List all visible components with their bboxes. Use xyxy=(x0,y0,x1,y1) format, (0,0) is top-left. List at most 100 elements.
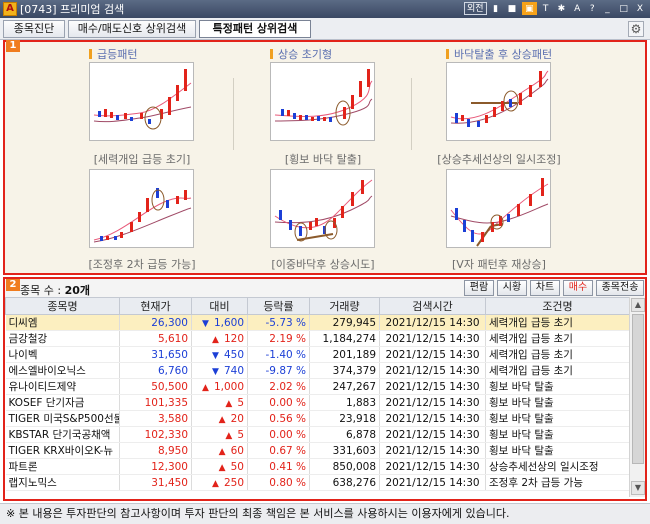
cell-stock-name[interactable]: KBSTAR 단기국공채액 xyxy=(5,426,120,443)
cell-stock-name[interactable]: 파트론 xyxy=(5,458,120,475)
results-header: 2 종목 수 : 20개 편람 시황 차트 매수 종목전송 xyxy=(3,277,647,297)
cell-search-time: 2021/12/15 14:30 xyxy=(379,346,486,363)
pattern-thumb-2[interactable] xyxy=(270,62,375,141)
cell-rate: 0.00 % xyxy=(247,426,310,443)
cell-search-time: 2021/12/15 14:30 xyxy=(379,426,486,443)
cell-stock-name[interactable]: TIGER 미국S&P500선물 xyxy=(5,410,120,427)
pattern-caption-6[interactable]: [V자 패턴후 재상승] xyxy=(436,256,562,272)
cell-volume: 23,918 xyxy=(309,410,380,427)
divider xyxy=(411,78,412,150)
cell-condition: 횡보 바닥 탈출 xyxy=(485,410,630,427)
down-arrow-icon: ▼ xyxy=(201,318,209,329)
cell-change-value: 60 xyxy=(230,444,244,457)
close-icon[interactable]: X xyxy=(634,2,646,15)
table-row[interactable]: TIGER 미국S&P500선물 3,580 ▲ 20 0.56 % 23,918 2021… xyxy=(5,410,630,427)
cell-condition: 횡보 바닥 탈출 xyxy=(485,426,630,443)
pattern-caption-2[interactable]: [횡보 바닥 탈출] xyxy=(260,151,386,167)
up-arrow-icon: ▲ xyxy=(225,430,233,441)
table-row[interactable]: 디씨엠 26,300 ▼ 1,600 -5.73 % 279,945 2021/12/15 … xyxy=(5,314,630,331)
header-volume[interactable]: 거래량 xyxy=(309,297,380,315)
pattern-caption-1[interactable]: [세력개입 급등 초기] xyxy=(79,151,205,167)
table-body: 디씨엠 26,300 ▼ 1,600 -5.73 % 279,945 2021/12/15 … xyxy=(5,314,630,491)
candlestick-chart-icon xyxy=(93,188,192,243)
cell-stock-name[interactable]: 랩지노믹스 xyxy=(5,474,120,491)
cell-stock-name[interactable]: 유나이티드제약 xyxy=(5,378,120,395)
table-row[interactable]: 에스엘바이오닉스 6,760 ▼ 740 -9.87 % 374,379 2021/12/1… xyxy=(5,362,630,379)
cell-stock-name[interactable]: 금강철강 xyxy=(5,330,120,347)
pattern-caption-3[interactable]: [상승추세선상의 일시조정] xyxy=(436,151,562,167)
candlestick-chart-icon xyxy=(274,179,373,242)
stock-handbook-button[interactable]: 편람 xyxy=(464,280,494,296)
section-marker-2: 2 xyxy=(6,279,20,291)
header-search-time[interactable]: 검색시간 xyxy=(379,297,486,315)
pattern-thumb-1[interactable] xyxy=(89,62,194,141)
link-button[interactable]: 외전 xyxy=(464,2,487,15)
cell-change-value: 50 xyxy=(230,460,244,473)
gear-icon[interactable]: ⚙ xyxy=(628,21,644,37)
pattern-thumb-3[interactable] xyxy=(446,62,551,141)
minimize-icon[interactable]: _ xyxy=(601,2,613,15)
cell-rate: 0.80 % xyxy=(247,474,310,491)
vertical-scrollbar[interactable]: ▲ ▼ xyxy=(629,297,645,497)
cell-rate: -9.87 % xyxy=(247,362,310,379)
font-icon[interactable]: A xyxy=(571,2,583,15)
buy-button[interactable]: 매수 xyxy=(563,280,593,296)
chart-button[interactable]: 차트 xyxy=(530,280,560,296)
cell-change-value: 740 xyxy=(223,364,244,377)
cell-rate: 0.67 % xyxy=(247,442,310,459)
cell-stock-name[interactable]: 에스엘바이오닉스 xyxy=(5,362,120,379)
cell-price: 8,950 xyxy=(119,442,192,459)
cell-search-time: 2021/12/15 14:30 xyxy=(379,330,486,347)
cell-search-time: 2021/12/15 14:30 xyxy=(379,458,486,475)
pattern-group-head-2: 상승 초기형 xyxy=(270,46,332,62)
tab-pattern-search[interactable]: 특정패턴 상위검색 xyxy=(199,20,311,38)
cell-change: ▲ 60 xyxy=(191,442,248,459)
header-rate[interactable]: 등락률 xyxy=(247,297,310,315)
table-row[interactable]: 파트론 12,300 ▲ 50 0.41 % 850,008 2021/12/15 14:3… xyxy=(5,458,630,475)
table-row[interactable]: 랩지노믹스 31,450 ▲ 250 0.80 % 638,276 2021/12/15 1… xyxy=(5,474,630,491)
scroll-thumb[interactable] xyxy=(632,314,644,464)
header-change[interactable]: 대비 xyxy=(191,297,248,315)
window-title: [0743] 프리미엄 검색 xyxy=(20,3,125,16)
tab-stock-diagnosis[interactable]: 종목진단 xyxy=(3,20,65,38)
table-row[interactable]: KBSTAR 단기국공채액 102,330 ▲ 5 0.00 % 6,878 2021/12… xyxy=(5,426,630,443)
cell-search-time: 2021/12/15 14:30 xyxy=(379,362,486,379)
cell-stock-name[interactable]: TIGER KRX바이오K-뉴 xyxy=(5,442,120,459)
table-row[interactable]: TIGER KRX바이오K-뉴 8,950 ▲ 60 0.67 % 331,603 2021… xyxy=(5,442,630,459)
down-arrow-icon: ▼ xyxy=(211,366,219,377)
send-stocks-button[interactable]: 종목전송 xyxy=(596,280,644,296)
header-price[interactable]: 현재가 xyxy=(119,297,192,315)
table-row[interactable]: 유나이티드제약 50,500 ▲ 1,000 2.02 % 247,267 2021/12/… xyxy=(5,378,630,395)
help-icon[interactable]: ? xyxy=(586,2,598,15)
table-row[interactable]: 금강철강 5,610 ▲ 120 2.19 % 1,184,274 2021/12/15 1… xyxy=(5,330,630,347)
cell-volume: 638,276 xyxy=(309,474,380,491)
cell-rate: 2.19 % xyxy=(247,330,310,347)
scroll-up-icon[interactable]: ▲ xyxy=(631,298,645,312)
cell-stock-name[interactable]: KOSEF 단기자금 xyxy=(5,394,120,411)
header-stock-name[interactable]: 종목명 xyxy=(5,297,120,315)
maximize-icon[interactable]: □ xyxy=(616,2,631,15)
table-row[interactable]: 나이벡 31,650 ▼ 450 -1.40 % 201,189 2021/12/15 14… xyxy=(5,346,630,363)
cell-stock-name[interactable]: 나이벡 xyxy=(5,346,120,363)
tab-signal-search[interactable]: 매수/매도신호 상위검색 xyxy=(68,20,196,38)
pattern-caption-5[interactable]: [이중바닥후 상승시도] xyxy=(260,256,386,272)
mouse-icon[interactable]: ▮ xyxy=(490,2,502,15)
tree-icon[interactable]: T xyxy=(540,2,552,15)
window-controls: 외전 ▮ ■ ▣ T ✱ A ? _ □ X xyxy=(464,2,646,15)
lock-icon[interactable]: ■ xyxy=(505,2,520,15)
scroll-down-icon[interactable]: ▼ xyxy=(631,481,645,495)
pattern-caption-4[interactable]: [조정후 2차 급등 가능] xyxy=(79,256,205,272)
cell-price: 101,335 xyxy=(119,394,192,411)
header-condition[interactable]: 조건명 xyxy=(485,297,630,315)
settings-sun-icon[interactable]: ✱ xyxy=(555,2,569,15)
pattern-thumb-6[interactable] xyxy=(446,169,551,248)
cell-stock-name[interactable]: 디씨엠 xyxy=(5,314,120,331)
pattern-thumb-4[interactable] xyxy=(89,169,194,248)
cell-change: ▲ 120 xyxy=(191,330,248,347)
market-news-button[interactable]: 시황 xyxy=(497,280,527,296)
table-row[interactable]: KOSEF 단기자금 101,335 ▲ 5 0.00 % 1,883 2021/12/15… xyxy=(5,394,630,411)
window-icon[interactable]: ▣ xyxy=(522,2,537,15)
candlestick-chart-icon xyxy=(450,178,549,247)
pattern-group-label: 상승 초기형 xyxy=(278,48,333,61)
pattern-thumb-5[interactable] xyxy=(270,169,375,248)
